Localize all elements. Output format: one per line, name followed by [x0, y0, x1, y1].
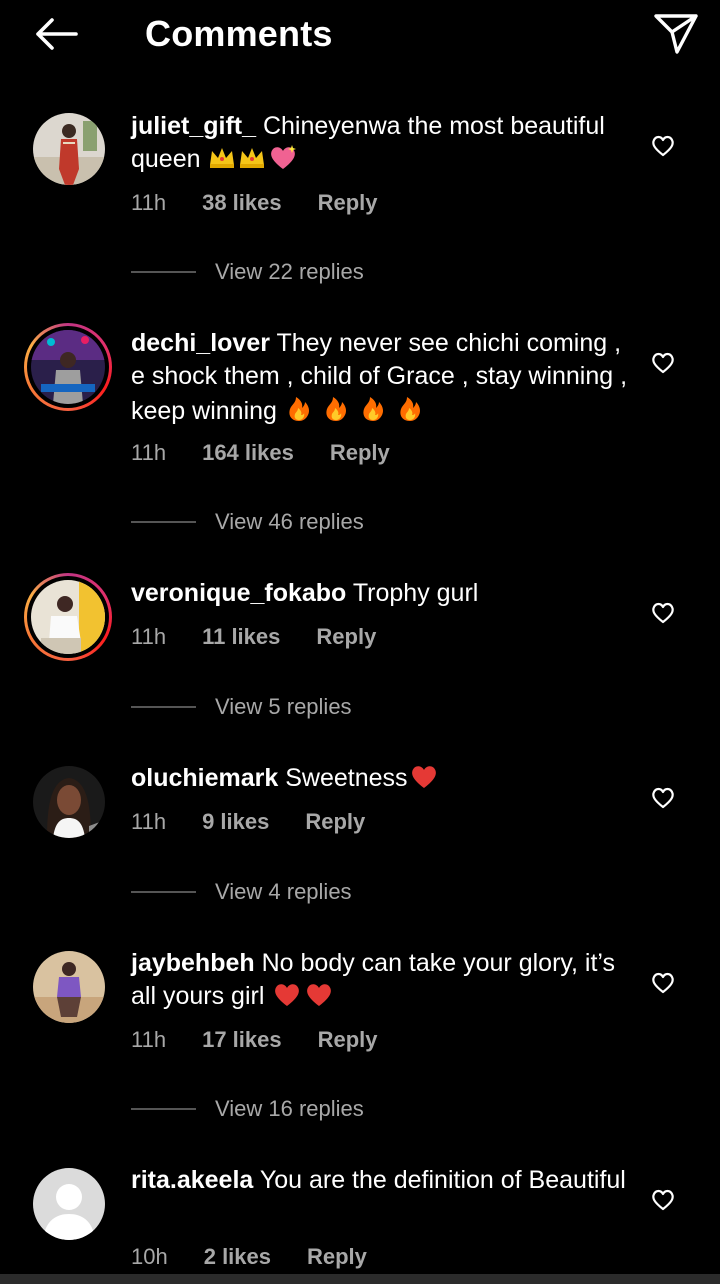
- view-replies-button[interactable]: View 4 replies: [131, 877, 352, 907]
- arrow-left-icon: [36, 18, 78, 50]
- like-button[interactable]: [650, 785, 676, 811]
- view-replies-button[interactable]: View 16 replies: [131, 1094, 364, 1124]
- comment-body: jaybehbeh No body can take your glory, i…: [131, 947, 631, 1017]
- avatar[interactable]: [33, 766, 105, 838]
- like-button[interactable]: [650, 600, 676, 626]
- likes-count[interactable]: 2 likes: [204, 1242, 271, 1272]
- comments-screen: Comments juliet_gift_ Chineyenwa the mos…: [0, 0, 720, 1284]
- comment-meta: 11h 9 likes Reply: [131, 807, 365, 837]
- avatar[interactable]: [33, 951, 105, 1023]
- view-replies-button[interactable]: View 46 replies: [131, 507, 364, 537]
- likes-count[interactable]: 164 likes: [202, 438, 294, 468]
- replies-divider: [131, 891, 196, 893]
- comment-text: Trophy gurl: [352, 579, 479, 607]
- profile-photo: [33, 951, 105, 1023]
- back-button[interactable]: [28, 10, 84, 58]
- comment-meta: 11h 17 likes Reply: [131, 1025, 378, 1055]
- avatar[interactable]: [33, 1168, 105, 1240]
- comment-meta: 11h 11 likes Reply: [131, 622, 376, 652]
- replies-divider: [131, 1108, 196, 1110]
- comment-username[interactable]: jaybehbeh: [131, 949, 255, 977]
- default-avatar-icon: [33, 1168, 105, 1240]
- red-heart-icon: [271, 980, 303, 1017]
- reply-button[interactable]: Reply: [305, 807, 365, 837]
- red-heart-icon: [408, 762, 440, 799]
- comment-username[interactable]: juliet_gift_: [131, 112, 256, 140]
- comment-time: 11h: [131, 809, 167, 834]
- fire-icon: [395, 393, 425, 432]
- likes-count[interactable]: 9 likes: [202, 807, 269, 837]
- likes-count[interactable]: 38 likes: [202, 188, 282, 218]
- comment-meta: 11h 164 likes Reply: [131, 438, 390, 468]
- comment-username[interactable]: veronique_fokabo: [131, 579, 346, 607]
- fire-icon: [284, 393, 314, 432]
- heart-icon: [652, 972, 674, 994]
- comment-username[interactable]: rita.akeela: [131, 1166, 253, 1194]
- view-replies-label: View 16 replies: [215, 1096, 364, 1121]
- avatar[interactable]: [33, 113, 105, 185]
- comment-time: 11h: [131, 190, 167, 215]
- sparkling-heart-icon: [267, 143, 299, 180]
- likes-count[interactable]: 11 likes: [202, 622, 280, 652]
- like-button[interactable]: [650, 133, 676, 159]
- share-button[interactable]: [648, 8, 704, 60]
- likes-count[interactable]: 17 likes: [202, 1025, 282, 1055]
- crown-icon: [237, 145, 267, 180]
- heart-icon: [652, 787, 674, 809]
- comment-time: 11h: [131, 624, 167, 649]
- replies-divider: [131, 706, 196, 708]
- reply-button[interactable]: Reply: [318, 1025, 378, 1055]
- view-replies-label: View 4 replies: [215, 879, 352, 904]
- story-ring: [27, 576, 109, 658]
- view-replies-label: View 46 replies: [215, 509, 364, 534]
- fire-icon: [321, 393, 351, 432]
- comment-body: dechi_lover They never see chichi coming…: [131, 327, 631, 432]
- comment-body: veronique_fokabo Trophy gurl: [131, 577, 631, 610]
- header-bar: Comments: [0, 0, 720, 68]
- bottom-edge-bar: [0, 1274, 720, 1284]
- comment-username[interactable]: oluchiemark: [131, 764, 278, 792]
- profile-photo: [31, 580, 105, 654]
- fire-icon: [358, 393, 388, 432]
- reply-button[interactable]: Reply: [330, 438, 390, 468]
- heart-icon: [652, 602, 674, 624]
- page-title: Comments: [145, 13, 333, 54]
- crown-icon: [207, 145, 237, 180]
- like-button[interactable]: [650, 1187, 676, 1213]
- view-replies-label: View 22 replies: [215, 259, 364, 284]
- story-ring: [27, 326, 109, 408]
- heart-icon: [652, 135, 674, 157]
- avatar[interactable]: [24, 573, 112, 661]
- send-icon: [654, 14, 698, 54]
- comment-username[interactable]: dechi_lover: [131, 329, 270, 357]
- replies-divider: [131, 521, 196, 523]
- comment-meta: 11h 38 likes Reply: [131, 188, 378, 218]
- comment-time: 11h: [131, 440, 167, 465]
- view-replies-button[interactable]: View 22 replies: [131, 257, 364, 287]
- view-replies-label: View 5 replies: [215, 694, 352, 719]
- view-replies-button[interactable]: View 5 replies: [131, 692, 352, 722]
- heart-icon: [652, 1189, 674, 1211]
- profile-photo: [33, 113, 105, 185]
- comment-body: juliet_gift_ Chineyenwa the most beautif…: [131, 110, 631, 180]
- comment-body: oluchiemark Sweetness: [131, 762, 631, 799]
- comment-meta: 10h 2 likes Reply: [131, 1242, 367, 1272]
- profile-photo: [33, 766, 105, 838]
- comment-text: You are the definition of Beautiful: [259, 1166, 626, 1194]
- reply-button[interactable]: Reply: [318, 188, 378, 218]
- like-button[interactable]: [650, 350, 676, 376]
- comment-text: Sweetness: [285, 764, 408, 792]
- comment-time: 11h: [131, 1027, 167, 1052]
- avatar[interactable]: [24, 323, 112, 411]
- comment-time: 10h: [131, 1244, 168, 1269]
- profile-photo: [31, 330, 105, 404]
- comment-body: rita.akeela You are the definition of Be…: [131, 1164, 631, 1197]
- reply-button[interactable]: Reply: [307, 1242, 367, 1272]
- red-heart-icon: [303, 980, 335, 1017]
- replies-divider: [131, 271, 196, 273]
- heart-icon: [652, 352, 674, 374]
- like-button[interactable]: [650, 970, 676, 996]
- reply-button[interactable]: Reply: [316, 622, 376, 652]
